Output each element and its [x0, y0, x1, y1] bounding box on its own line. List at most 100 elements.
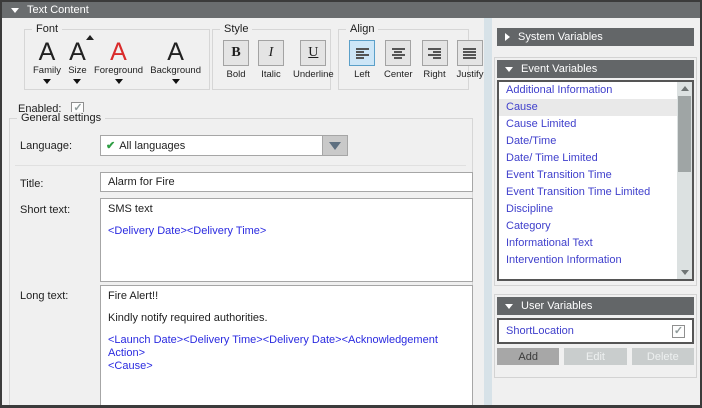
event-variable-cause[interactable]: Cause — [499, 99, 677, 116]
style-button-label: Bold — [226, 69, 245, 80]
title-input[interactable]: Alarm for Fire — [100, 172, 473, 192]
chevron-down-icon — [73, 79, 81, 84]
align-group-label: Align — [346, 23, 378, 35]
underline-icon: U — [308, 45, 318, 61]
align-button-label: Center — [384, 69, 413, 80]
divider — [15, 165, 466, 166]
italic-button-group: IItalic — [258, 40, 284, 80]
event-variables-header[interactable]: Event Variables — [497, 60, 694, 78]
event-variable-additional-information[interactable]: Additional Information — [499, 82, 677, 99]
font-background-button[interactable]: ABackground — [150, 38, 201, 89]
align-button-label: Right — [423, 69, 445, 80]
check-icon: ✔ — [106, 139, 115, 152]
user-variable-checkbox[interactable]: ✓ — [672, 325, 685, 338]
align-left-group: Left — [349, 40, 375, 80]
event-variable-event-transition-time[interactable]: Event Transition Time — [499, 167, 677, 184]
event-variables-items: Additional InformationCauseCause Limited… — [499, 82, 677, 279]
bold-icon: B — [231, 45, 240, 61]
font-item-label: Background — [150, 65, 201, 76]
system-variables-title: System Variables — [518, 31, 603, 43]
collapse-triangle-icon[interactable] — [11, 8, 19, 13]
align-group: Align LeftCenterRightJustify — [338, 29, 469, 90]
style-button-label: Underline — [293, 69, 334, 80]
align-left-button[interactable] — [349, 40, 375, 66]
align-justify-group: Justify — [457, 40, 484, 80]
long-text-area[interactable]: Fire Alert!! Kindly notify required auth… — [100, 285, 473, 405]
align-right-button[interactable] — [422, 40, 448, 66]
language-label: Language: — [20, 140, 72, 152]
add-button[interactable]: Add — [497, 348, 559, 365]
text-content-header[interactable]: Text Content — [2, 2, 700, 18]
user-variable-name: ShortLocation — [506, 325, 672, 337]
chevron-down-icon — [115, 79, 123, 84]
align-right-group: Right — [422, 40, 448, 80]
align-justify-button[interactable] — [457, 40, 483, 66]
event-variable-event-transition-time-limited[interactable]: Event Transition Time Limited — [499, 184, 677, 201]
align-right-icon — [428, 48, 441, 59]
align-center-icon — [392, 48, 405, 59]
align-button-label: Left — [354, 69, 370, 80]
event-variable-cause-limited[interactable]: Cause Limited — [499, 116, 677, 133]
scrollbar[interactable] — [677, 82, 692, 279]
title-value: Alarm for Fire — [108, 176, 175, 188]
align-left-icon — [356, 48, 369, 59]
scroll-down-icon[interactable] — [677, 266, 692, 279]
event-variable-date-time-limited[interactable]: Date/ Time Limited — [499, 150, 677, 167]
language-dropdown-button[interactable] — [322, 136, 347, 155]
font-foreground-button[interactable]: AForeground — [94, 38, 143, 89]
event-variable-date-time[interactable]: Date/Time — [499, 133, 677, 150]
short-text-plain: SMS text — [108, 203, 465, 216]
align-center-button[interactable] — [385, 40, 411, 66]
text-content-window: Text Content Font AFamilyASizeAForegroun… — [0, 0, 702, 408]
size-up-caret-icon — [86, 35, 94, 40]
text-editor-panel: Font AFamilyASizeAForegroundABackground … — [2, 18, 484, 405]
panel-splitter[interactable] — [484, 18, 492, 405]
italic-button[interactable]: I — [258, 40, 284, 66]
font-group: Font AFamilyASizeAForegroundABackground — [24, 29, 210, 90]
short-text-area[interactable]: SMS text <Delivery Date><Delivery Time> — [100, 198, 473, 282]
font-family-button[interactable]: AFamily — [33, 38, 61, 89]
event-variable-category[interactable]: Category — [499, 218, 677, 235]
align-justify-icon — [463, 48, 476, 59]
event-variables-section: Event Variables Additional InformationCa… — [494, 57, 697, 286]
system-variables-header[interactable]: System Variables — [497, 28, 694, 46]
style-group: Style BBoldIItalicUUnderline — [212, 29, 331, 90]
font-background-icon: A — [167, 38, 184, 64]
style-group-label: Style — [220, 23, 252, 35]
bold-button-group: B Bold — [223, 40, 249, 80]
font-item-label: Family — [33, 65, 61, 76]
expanded-triangle-icon — [505, 304, 513, 309]
user-variable-item[interactable]: ShortLocation ✓ — [497, 318, 694, 344]
font-item-label: Foreground — [94, 65, 143, 76]
event-variable-informational-text[interactable]: Informational Text — [499, 235, 677, 252]
expanded-triangle-icon — [505, 67, 513, 72]
event-variables-list: Additional InformationCauseCause Limited… — [497, 80, 694, 281]
event-variable-intervention-information[interactable]: Intervention Information — [499, 252, 677, 269]
font-size-icon: A — [69, 38, 86, 64]
underline-button[interactable]: U — [300, 40, 326, 66]
align-buttons: LeftCenterRightJustify — [339, 30, 468, 80]
event-variable-discipline[interactable]: Discipline — [499, 201, 677, 218]
user-variables-header[interactable]: User Variables — [497, 297, 694, 315]
scrollbar-thumb[interactable] — [678, 96, 691, 172]
font-foreground-icon: A — [110, 38, 127, 64]
font-size-button[interactable]: ASize — [68, 38, 86, 89]
language-select[interactable]: ✔ All languages — [100, 135, 348, 156]
long-text-tokens-2: <Cause> — [108, 360, 465, 373]
check-icon: ✓ — [674, 326, 683, 337]
scroll-up-icon[interactable] — [677, 82, 692, 95]
general-settings-label: General settings — [17, 112, 105, 124]
font-item-label: Size — [68, 65, 86, 76]
align-button-label: Justify — [457, 69, 484, 80]
long-text-label: Long text: — [20, 290, 68, 302]
underline-button-group: U Underline — [293, 40, 334, 80]
chevron-down-icon — [43, 79, 51, 84]
user-variables-section: User Variables ShortLocation ✓ Add Edit De… — [494, 294, 697, 378]
delete-button[interactable]: Delete — [632, 348, 694, 365]
align-center-group: Center — [384, 40, 413, 80]
chevron-down-icon — [329, 142, 341, 150]
style-buttons: BBoldIItalicUUnderline — [213, 30, 330, 80]
general-settings-group: General settings Language: ✔ All languag… — [9, 118, 473, 405]
edit-button[interactable]: Edit — [564, 348, 626, 365]
bold-button[interactable]: B — [223, 40, 249, 66]
